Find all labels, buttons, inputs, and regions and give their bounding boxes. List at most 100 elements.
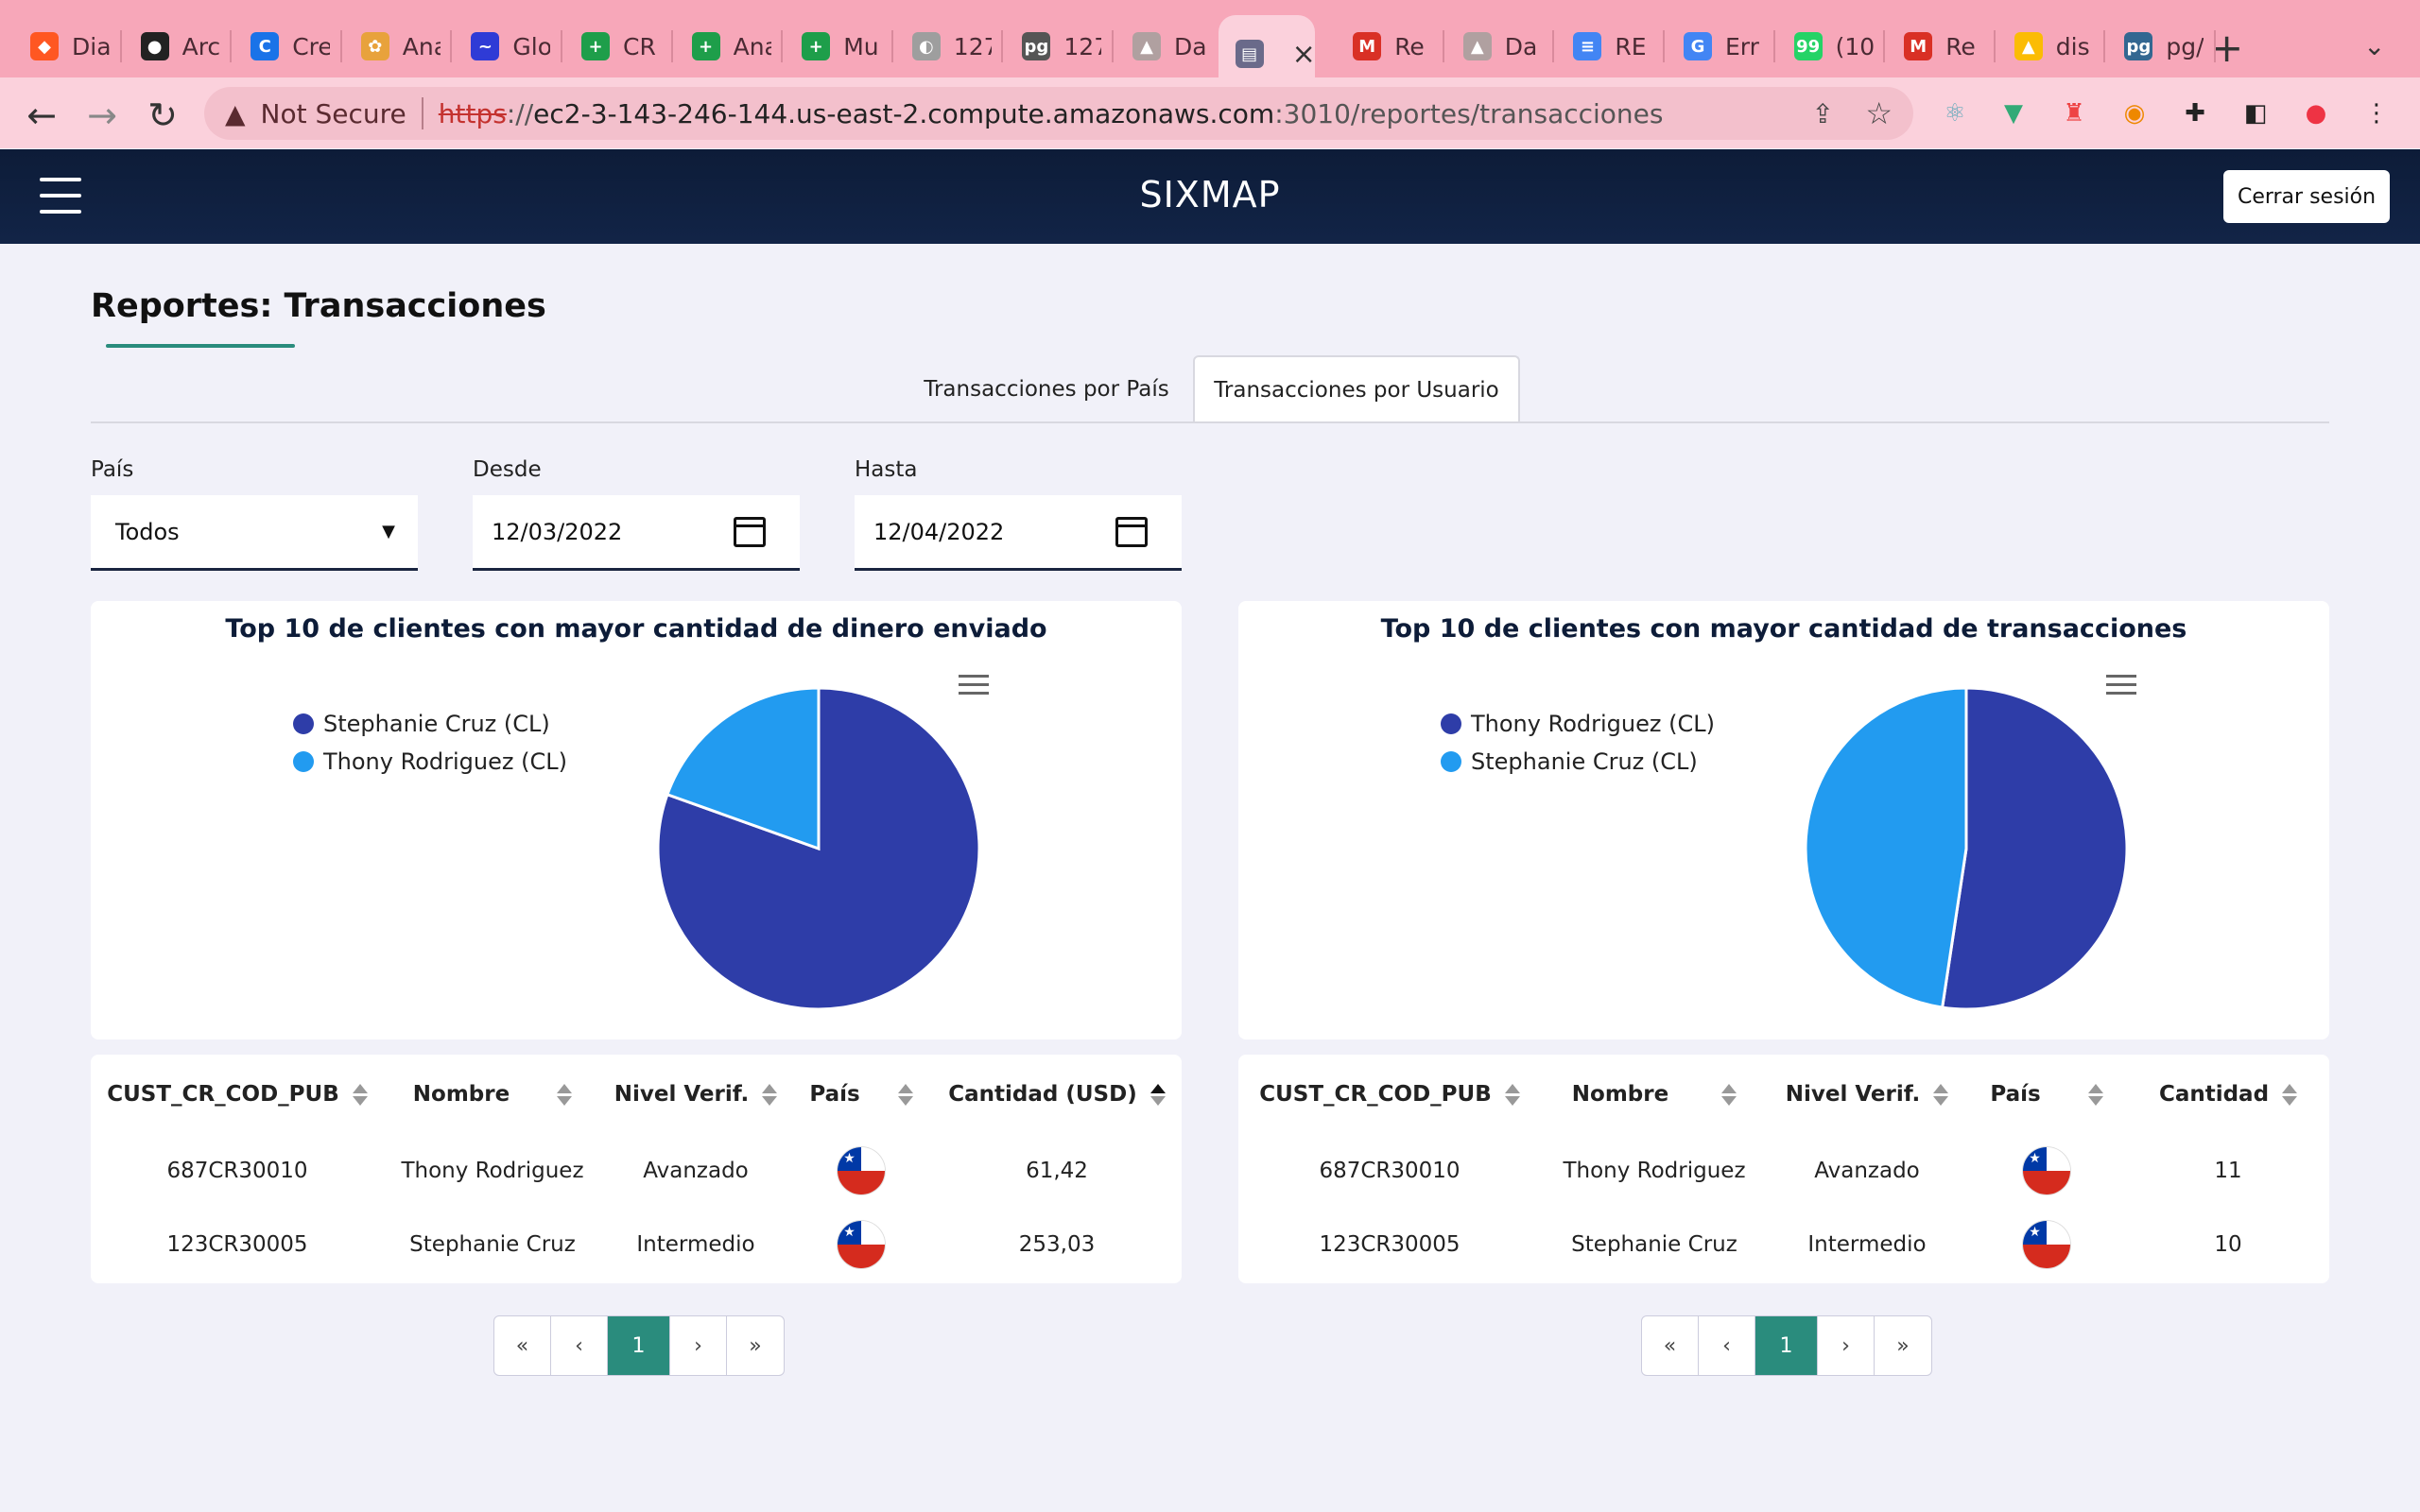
country-select[interactable]: Todos ▼ [91,495,418,571]
column-header[interactable]: CUST_CR_COD_PUB [1238,1055,1541,1134]
column-header[interactable]: Nombre [384,1055,601,1134]
sort-icon[interactable] [1933,1084,1949,1106]
tab-favicon-icon: + [581,32,610,60]
tab-search-icon[interactable]: ⌄ [2363,30,2385,61]
from-date-input[interactable]: 12/03/2022 [473,495,800,571]
browser-tab[interactable]: 99 (10 [1777,15,1884,77]
browser-tab[interactable]: pg pg/ [2107,15,2214,77]
to-date-input[interactable]: 12/04/2022 [855,495,1182,571]
page-1-button[interactable]: 1 [1755,1316,1818,1375]
share-icon[interactable]: ⇪ [1812,98,1834,129]
first-page-button[interactable]: « [494,1316,551,1375]
browser-tab[interactable]: G Err [1667,15,1773,77]
vue-devtools-icon[interactable]: ▼ [1996,96,2031,130]
sort-icon[interactable] [2282,1084,2298,1106]
tab-favicon-icon: ✿ [360,32,389,60]
browser-tab[interactable]: ✿ Ana [344,15,451,77]
column-header[interactable]: Nombre [1541,1055,1768,1134]
tab-transacciones-por-usuario[interactable]: Transacciones por Usuario [1193,355,1520,423]
legend-item[interactable]: Stephanie Cruz (CL) [293,705,567,743]
address-bar[interactable]: ▲ Not Secure https://ec2-3-143-246-144.u… [204,87,1913,140]
column-header[interactable]: Cantidad (USD) [932,1055,1182,1134]
column-header-label: Cantidad [2158,1082,2270,1107]
column-header[interactable]: Nivel Verif. [601,1055,790,1134]
bookmark-star-icon[interactable]: ☆ [1865,95,1893,131]
last-page-button[interactable]: » [727,1316,784,1375]
chart-legend: Thony Rodriguez (CL) Stephanie Cruz (CL) [1441,705,1715,781]
logout-button[interactable]: Cerrar sesión [2223,170,2390,223]
browser-tab[interactable]: M Re [1887,15,1994,77]
browser-tab[interactable]: ▲ dis [1997,15,2104,77]
tab-favicon-icon: G [1684,32,1712,60]
calendar-icon[interactable] [1115,516,1148,547]
column-header[interactable]: CUST_CR_COD_PUB [91,1055,384,1134]
to-date-value: 12/04/2022 [873,518,1005,545]
legend-item[interactable]: Stephanie Cruz (CL) [1441,743,1715,781]
extensions-puzzle-icon[interactable]: ✚ [2178,96,2212,130]
table-row: 123CR30005 Stephanie Cruz Intermedio ★ 1… [1238,1208,2329,1281]
browser-tab[interactable]: ~ Glo [454,15,561,77]
tab-transacciones-por-pais[interactable]: Transacciones por País [908,355,1185,423]
pie-chart [1804,686,2129,1011]
react-devtools-icon[interactable]: ⚛ [1938,96,1972,130]
sort-icon[interactable] [2087,1084,2103,1106]
browser-tab[interactable]: ▲ Da [1115,15,1222,77]
prev-page-button[interactable]: ‹ [551,1316,608,1375]
last-page-button[interactable]: » [1875,1316,1931,1375]
sort-icon[interactable] [557,1084,573,1106]
url-host: ec2-3-143-246-144.us-east-2.compute.amaz… [533,97,1275,129]
reload-icon[interactable]: ↻ [144,94,182,136]
sort-icon[interactable] [1721,1084,1737,1106]
url-text[interactable]: https://ec2-3-143-246-144.us-east-2.comp… [439,98,1664,129]
browser-tab[interactable]: ◐ 127 [895,15,1002,77]
page-1-button[interactable]: 1 [608,1316,670,1375]
tab-title: Ana [733,32,771,60]
browser-tab[interactable]: pg 127 [1005,15,1112,77]
sort-asc-icon[interactable] [1150,1084,1166,1106]
cell-count: 11 [2214,1159,2242,1183]
browser-tab[interactable]: C Cre [233,15,340,77]
tab-title: Dia [72,32,110,60]
close-tab-icon[interactable]: × [1292,38,1316,71]
legend-label: Stephanie Cruz (CL) [323,711,550,737]
column-header[interactable]: Nivel Verif. [1768,1055,1966,1134]
browser-menu-icon[interactable]: ⋮ [2360,96,2394,130]
column-header[interactable]: País [790,1055,932,1134]
browser-tab[interactable]: + Ana [675,15,782,77]
tab-favicon-icon: pg [2124,32,2153,60]
browser-tab[interactable]: + Mu [785,15,891,77]
back-icon[interactable]: ← [23,94,60,136]
column-header[interactable]: País [1966,1055,2127,1134]
sort-icon[interactable] [762,1084,778,1106]
table-header-row: CUST_CR_COD_PUB Nombre Nivel Verif. País… [91,1055,1182,1134]
sort-icon[interactable] [897,1084,913,1106]
tabs-divider [91,421,2329,423]
cell-code: 687CR30010 [166,1159,308,1183]
pie-slice[interactable] [1940,686,2129,1011]
profile-avatar-icon[interactable]: ● [2299,96,2333,130]
cell-country: ★ [1966,1208,2127,1281]
tab-favicon-icon: ◐ [911,32,941,60]
browser-tab[interactable]: ≡ RE [1556,15,1663,77]
next-page-button[interactable]: › [670,1316,727,1375]
forward-icon[interactable]: → [83,94,121,136]
extension-target-icon[interactable]: ◉ [2118,96,2152,130]
legend-item[interactable]: Thony Rodriguez (CL) [293,743,567,781]
pie-slice[interactable] [1804,686,1968,1009]
url-path: :3010/reportes/transacciones [1274,97,1664,129]
browser-tab[interactable]: ◆ Dia [13,15,120,77]
column-header[interactable]: Cantidad [2127,1055,2329,1134]
prev-page-button[interactable]: ‹ [1699,1316,1755,1375]
side-panel-icon[interactable]: ◧ [2238,96,2273,130]
sort-icon[interactable] [352,1084,368,1106]
first-page-button[interactable]: « [1642,1316,1699,1375]
calendar-icon[interactable] [734,516,766,547]
legend-item[interactable]: Thony Rodriguez (CL) [1441,705,1715,743]
next-page-button[interactable]: › [1818,1316,1875,1375]
browser-tab[interactable]: ▲ Da [1446,15,1553,77]
browser-tab[interactable]: ● Arc [124,15,231,77]
browser-tab[interactable]: M Re [1336,15,1443,77]
browser-tab[interactable]: + CR [564,15,671,77]
lighthouse-icon[interactable]: ♜ [2057,96,2091,130]
sort-icon[interactable] [1504,1084,1520,1106]
